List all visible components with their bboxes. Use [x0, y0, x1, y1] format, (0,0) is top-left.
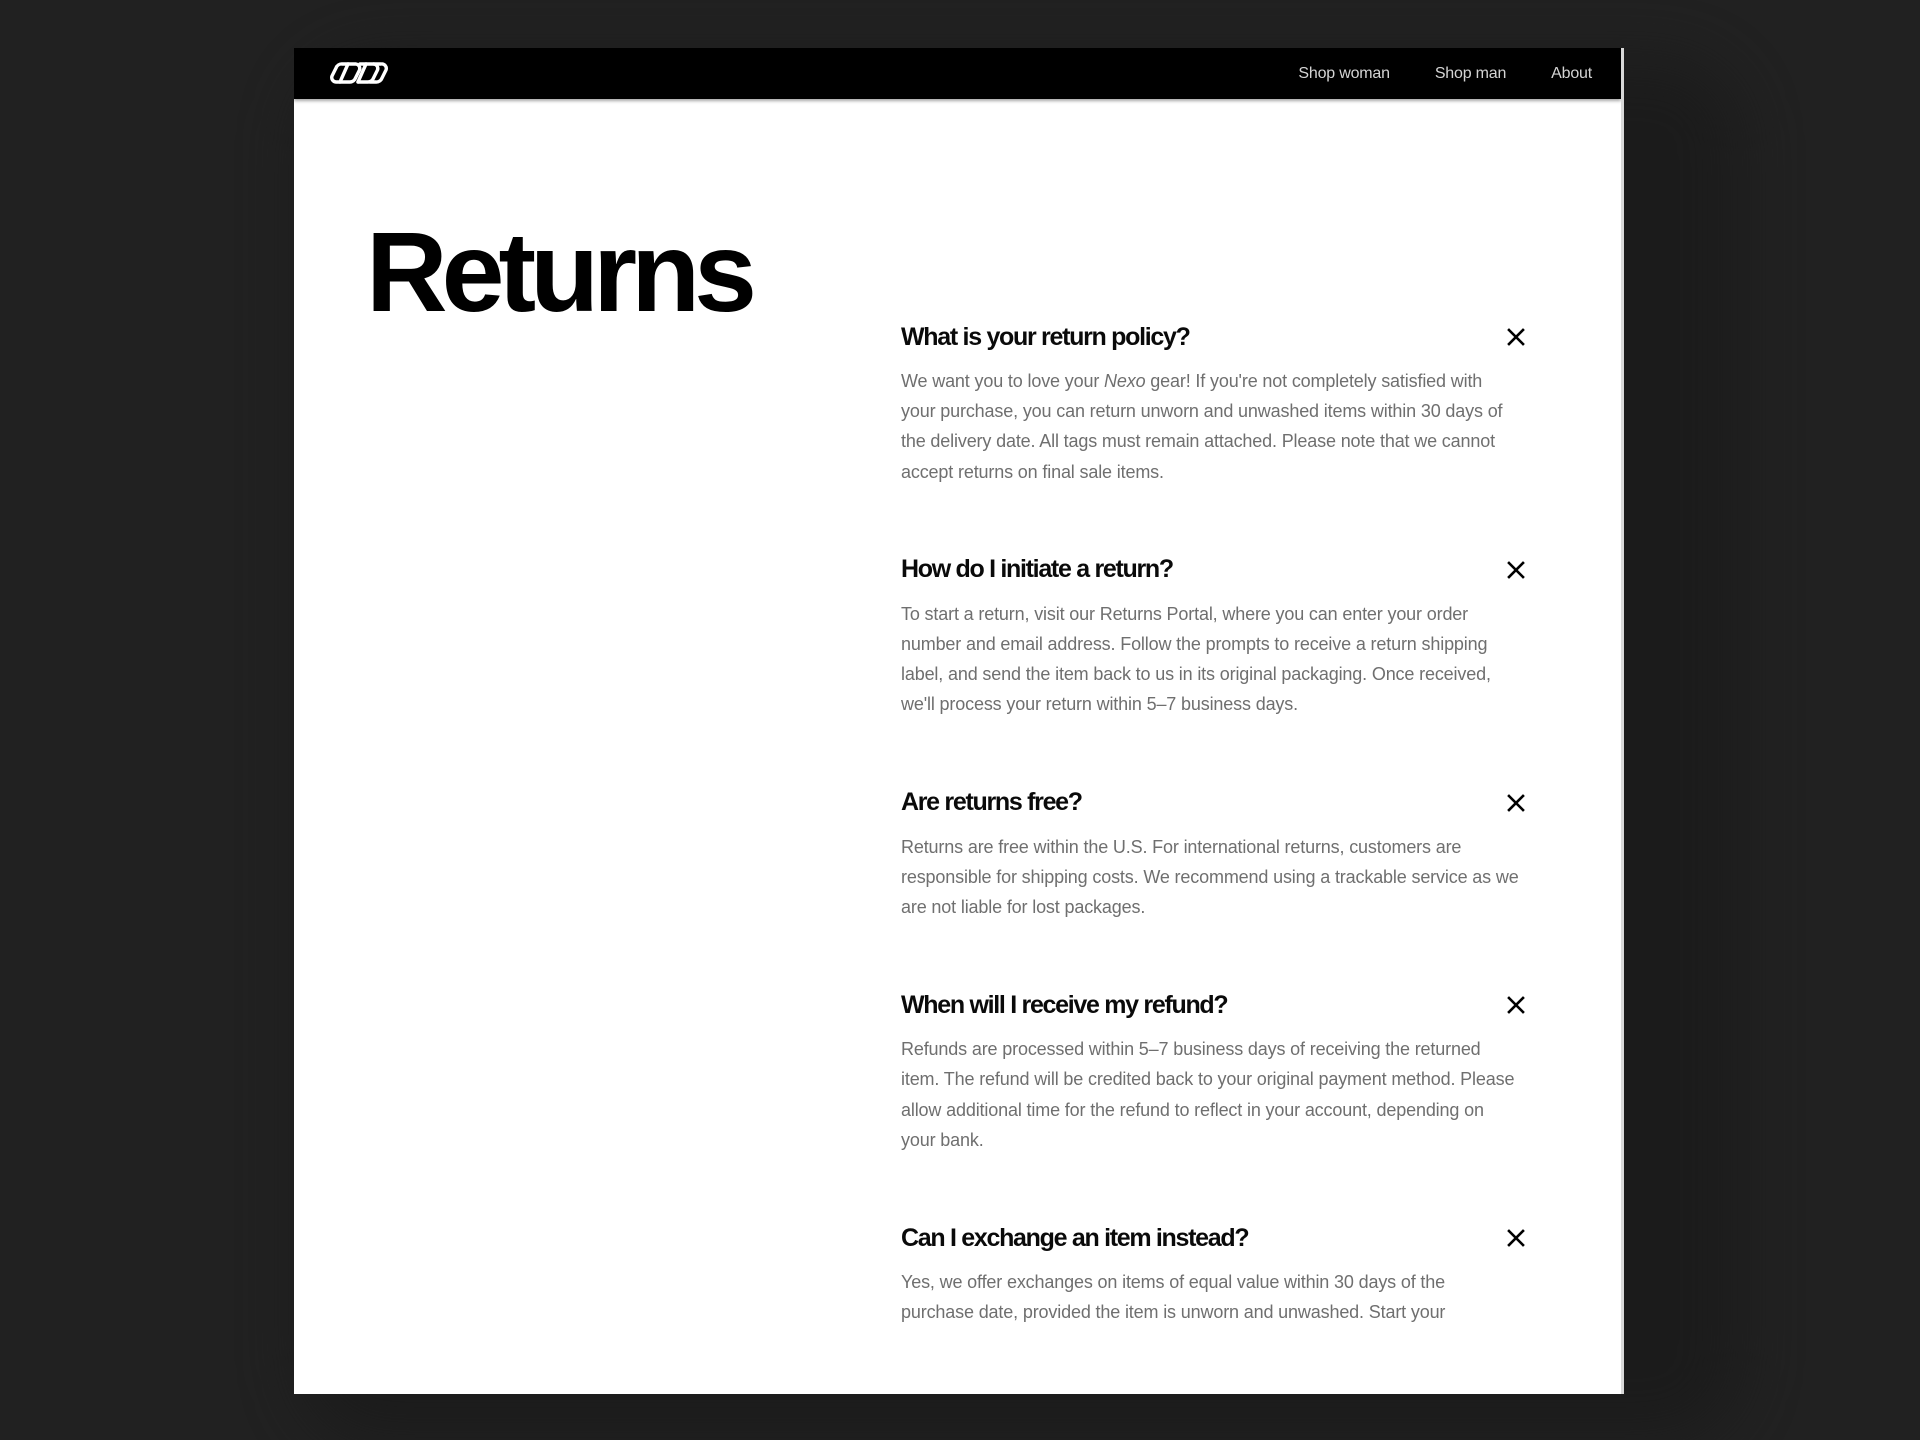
- close-button[interactable]: [1503, 992, 1529, 1018]
- page-title: Returns: [366, 209, 757, 335]
- faq-item: Are returns free? Returns are free withi…: [901, 786, 1529, 923]
- faq-question-toggle[interactable]: How do I initiate a return?: [901, 553, 1529, 587]
- faq-question: When will I receive my refund?: [901, 990, 1229, 1019]
- faq-question-toggle[interactable]: When will I receive my refund?: [901, 988, 1529, 1022]
- faq-item: Can I exchange an item instead? Yes, we …: [901, 1221, 1529, 1327]
- faq-answer: Refunds are processed within 5–7 busines…: [901, 1039, 1515, 1150]
- close-icon: [1507, 560, 1525, 579]
- faq-question: How do I initiate a return?: [901, 555, 1174, 584]
- close-icon: [1507, 328, 1525, 346]
- main-nav: Shop woman Shop man About: [1298, 48, 1592, 99]
- close-button[interactable]: [1503, 557, 1529, 583]
- close-button[interactable]: [1503, 1225, 1529, 1251]
- nav-shop-man[interactable]: Shop man: [1435, 65, 1507, 83]
- chain-links-logo-icon: [330, 62, 388, 84]
- browser-page: Shop woman Shop man About Returns What i…: [294, 48, 1624, 1394]
- faq-answer: We want you to love your Nexo gear! If y…: [901, 371, 1503, 482]
- faq-answer: Returns are free within the U.S. For int…: [901, 836, 1519, 918]
- nav-shop-woman[interactable]: Shop woman: [1298, 65, 1390, 83]
- faq-answer: To start a return, visit our Returns Por…: [901, 603, 1491, 715]
- site-header: Shop woman Shop man About: [294, 48, 1621, 99]
- close-icon: [1507, 793, 1525, 812]
- faq-item: How do I initiate a return? To start a r…: [901, 553, 1529, 720]
- close-button[interactable]: [1503, 324, 1529, 350]
- faq-list: What is your return policy? We want you …: [901, 320, 1529, 1327]
- faq-question-toggle[interactable]: Are returns free?: [901, 786, 1529, 820]
- close-button[interactable]: [1503, 790, 1529, 816]
- faq-item: What is your return policy? We want you …: [901, 320, 1529, 487]
- close-icon: [1507, 996, 1525, 1015]
- brand-name: Nexo: [1104, 371, 1146, 391]
- close-icon: [1507, 1229, 1525, 1247]
- faq-question-toggle[interactable]: What is your return policy?: [901, 320, 1529, 354]
- faq-question: Are returns free?: [901, 788, 1083, 817]
- faq-question-toggle[interactable]: Can I exchange an item instead?: [901, 1221, 1529, 1255]
- scrollbar-track[interactable]: [1621, 48, 1624, 1394]
- faq-question: Can I exchange an item instead?: [901, 1223, 1250, 1252]
- faq-question: What is your return policy?: [901, 322, 1191, 351]
- nav-about[interactable]: About: [1551, 65, 1592, 83]
- faq-answer: Yes, we offer exchanges on items of equa…: [901, 1272, 1446, 1323]
- faq-item: When will I receive my refund? Refunds a…: [901, 988, 1529, 1155]
